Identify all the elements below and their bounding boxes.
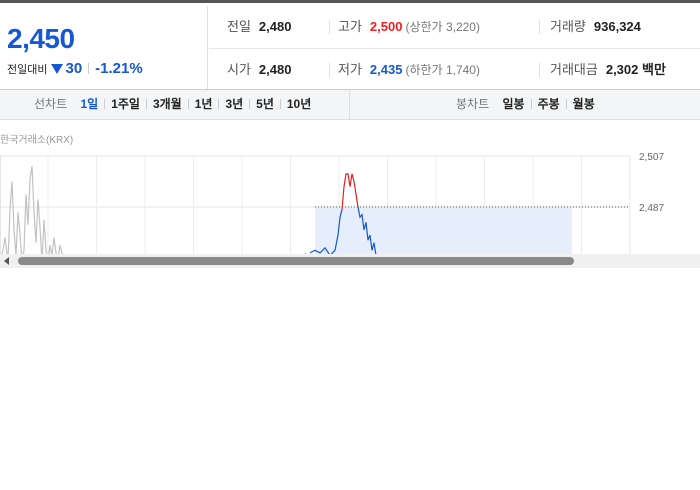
high-value: 2,500: [369, 19, 403, 34]
high-price: 고가 2,500 (상한가 3,220): [338, 6, 480, 49]
low-price: 저가 2,435 (하한가 1,740): [338, 49, 480, 92]
amount-label: 거래대금: [550, 62, 598, 77]
y-tick-label: 2,507: [639, 152, 664, 163]
divider: [329, 20, 330, 34]
low-value: 2,435: [369, 62, 403, 77]
divider: [539, 20, 540, 34]
amount-value: 2,302: [605, 62, 639, 77]
divider: [104, 99, 106, 109]
chart-svg: 2,5072,4872,467: [0, 152, 664, 254]
divider: [279, 99, 281, 109]
tab-line-1[interactable]: 1주일: [111, 90, 140, 119]
divider: [249, 99, 251, 109]
quote-details: 전일 2,480 고가 2,500 (상한가 3,220) 거래량 936,324 시가…: [209, 6, 700, 92]
price-line-red-2: [341, 173, 359, 210]
divider: [539, 63, 540, 77]
volume: 거래량 936,324: [550, 6, 641, 49]
upper-limit: (상한가 3,220): [405, 20, 480, 34]
data-source: 한국거래소(KRX): [0, 135, 74, 146]
tab-candle-0[interactable]: 일봉: [502, 90, 524, 119]
lower-limit: (하한가 1,740): [405, 63, 480, 77]
divider: [88, 63, 90, 74]
divider: [218, 99, 220, 109]
down-triangle-icon: [51, 64, 64, 74]
change-amount: 30: [65, 60, 83, 77]
scroll-left-arrow-icon[interactable]: [4, 257, 9, 265]
line-chart-tabs: 선차트 1일 1주일 3개월 1년 3년 5년 10년: [34, 90, 311, 119]
price-line-gray-0: [1, 166, 307, 254]
prev-close-value: 2,480: [258, 19, 292, 34]
amount-unit: 백만: [642, 62, 666, 77]
lower-limit-value: 1,740: [445, 63, 476, 77]
volume-value: 936,324: [593, 19, 641, 34]
change-summary: 전일대비 30 -1.21%: [7, 60, 143, 77]
divider: [530, 99, 532, 109]
tab-line-6[interactable]: 10년: [287, 90, 311, 119]
tab-line-2[interactable]: 3개월: [153, 90, 182, 119]
candle-chart-title: 봉차트: [456, 97, 490, 111]
upper-limit-value: 3,220: [445, 20, 476, 34]
divider: [329, 63, 330, 77]
tab-line-5[interactable]: 5년: [256, 90, 274, 119]
tab-candle-1[interactable]: 주봉: [538, 90, 560, 119]
low-label: 저가: [338, 62, 362, 77]
current-price: 2,450: [7, 23, 75, 54]
quote-panel: 2,450 전일대비 30 -1.21% 전일 2,480 고가 2,500 (상한가 3…: [0, 0, 700, 92]
line-chart-title: 선차트: [34, 97, 68, 111]
lower-limit-label: 하한가: [409, 63, 443, 77]
open-value: 2,480: [258, 62, 292, 77]
price-box: 2,450 전일대비 30 -1.21%: [0, 6, 208, 92]
open-label: 시가: [227, 62, 251, 77]
scroll-thumb[interactable]: [18, 257, 574, 265]
quote-row-1: 전일 2,480 고가 2,500 (상한가 3,220) 거래량 936,324: [209, 6, 700, 49]
quote-row-2: 시가 2,480 저가 2,435 (하한가 1,740) 거래대금 2,302 백만: [209, 49, 700, 92]
open-price: 시가 2,480: [227, 49, 291, 92]
divider: [565, 99, 567, 109]
tab-line-0[interactable]: 1일: [80, 90, 98, 119]
chart-scrollbar[interactable]: [0, 254, 700, 268]
tab-line-4[interactable]: 3년: [225, 90, 243, 119]
tab-candle-2[interactable]: 월봉: [573, 90, 595, 119]
prev-close: 전일 2,480: [227, 6, 291, 49]
intraday-chart[interactable]: 2,5072,4872,467: [0, 150, 700, 254]
divider: [349, 90, 350, 119]
upper-limit-label: 상한가: [409, 20, 443, 34]
prev-close-label: 전일: [227, 19, 251, 34]
divider: [187, 99, 189, 109]
tab-line-3[interactable]: 1년: [195, 90, 213, 119]
candle-chart-tabs: 봉차트 일봉 주봉 월봉: [456, 90, 595, 119]
high-label: 고가: [338, 19, 362, 34]
chart-tabs: 선차트 1일 1주일 3개월 1년 3년 5년 10년 봉차트 일봉 주봉 월봉: [0, 89, 700, 120]
change-rate: -1.21%: [95, 60, 143, 77]
y-tick-label: 2,487: [639, 203, 664, 214]
volume-label: 거래량: [550, 19, 586, 34]
trade-amount: 거래대금 2,302 백만: [550, 49, 666, 92]
change-label: 전일대비: [7, 64, 48, 76]
prev-close-area: [315, 207, 572, 254]
divider: [145, 99, 147, 109]
